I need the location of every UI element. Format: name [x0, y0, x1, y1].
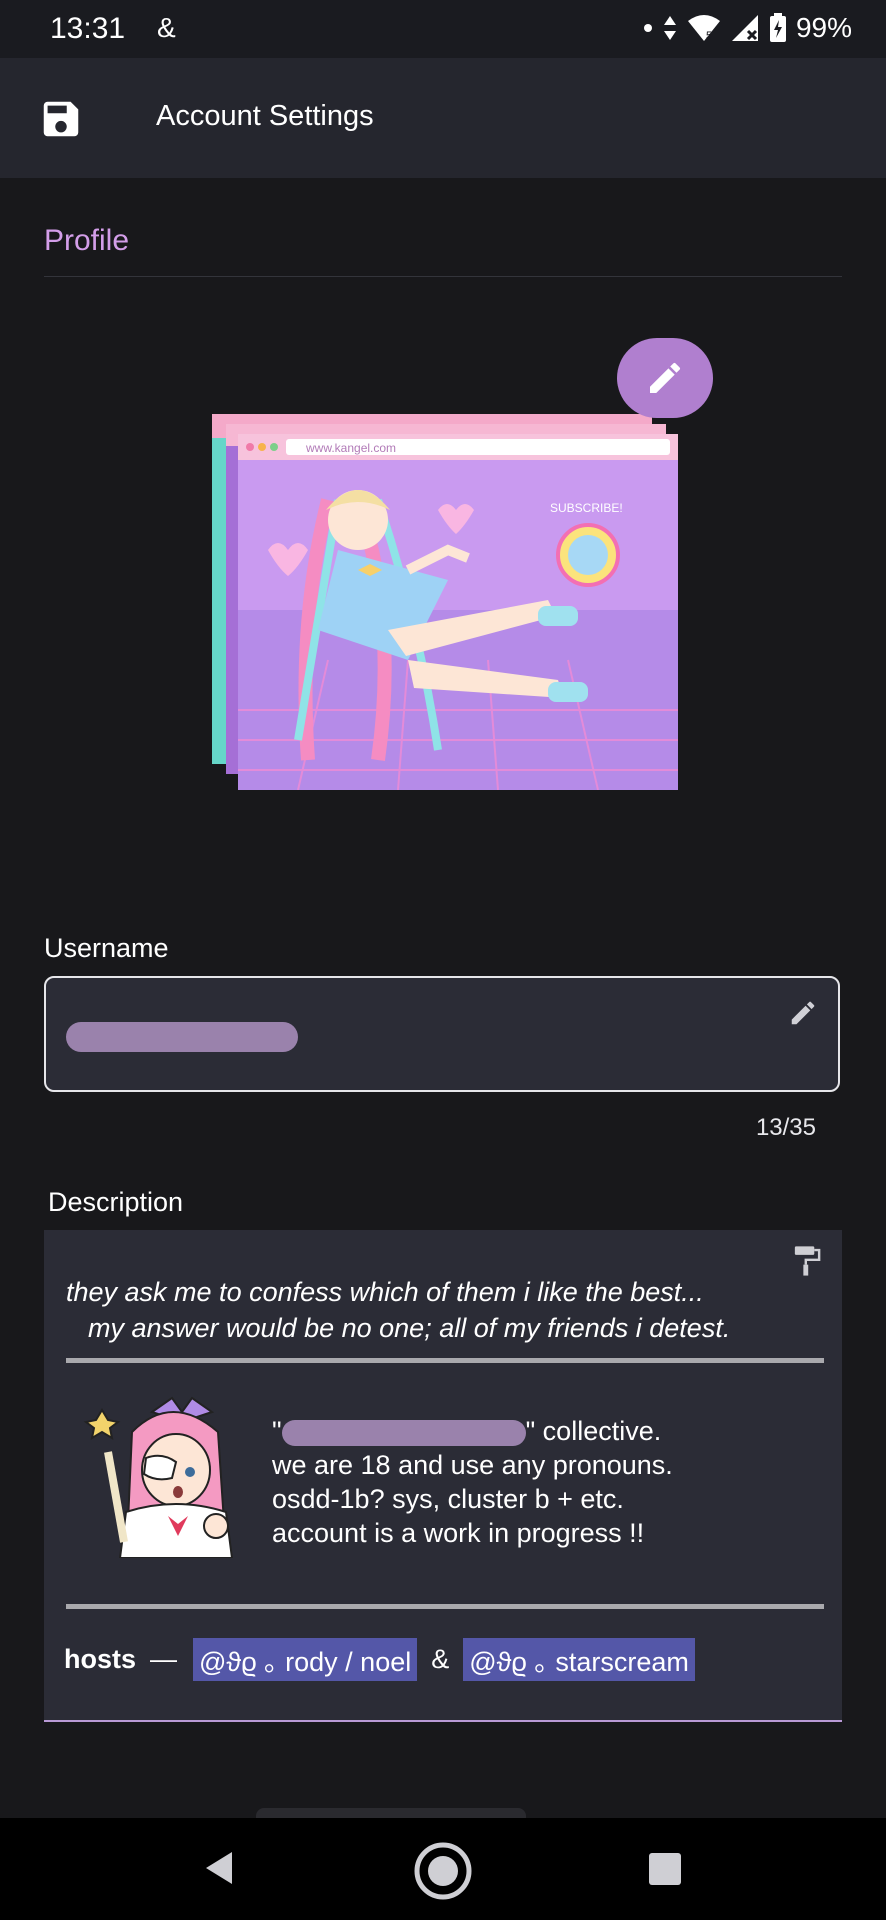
hosts-label: hosts	[64, 1644, 137, 1674]
hosts-line: hosts — @ϑϱ ｡ rody / noel & @ϑϱ ｡ starsc…	[64, 1638, 703, 1681]
avatar-subscribe-text: SUBSCRIBE!	[550, 501, 623, 515]
description-quote: they ask me to confess which of them i l…	[66, 1274, 826, 1346]
signal-icon	[731, 15, 758, 41]
bio-line-4: account is a work in progress !!	[272, 1518, 645, 1548]
quote-line-2: my answer would be no one; all of my fri…	[88, 1313, 731, 1343]
description-rule	[66, 1358, 824, 1363]
username-char-counter: 13/35	[755, 1114, 816, 1141]
status-bar: 13:31 & 5 99%	[0, 0, 886, 58]
back-icon[interactable]	[202, 1848, 234, 1888]
data-arrows-icon	[663, 16, 676, 40]
status-icons: 5 99%	[642, 12, 852, 44]
host-mention-2[interactable]: @ϑϱ ｡ starscream	[463, 1638, 695, 1681]
pencil-icon	[650, 362, 681, 393]
bio-line-1: " " collective.	[272, 1416, 662, 1446]
dot-icon	[643, 24, 652, 32]
section-title-profile: Profile	[44, 224, 130, 257]
username-label: Username	[44, 933, 169, 963]
status-time: 13:31	[50, 12, 126, 45]
avatar-url-text: www.kangel.com	[305, 441, 396, 455]
description-rule	[66, 1604, 824, 1609]
description-input[interactable]: they ask me to confess which of them i l…	[44, 1230, 842, 1722]
bio-line-3: osdd-1b? sys, cluster b + etc.	[272, 1484, 624, 1514]
battery-percent: 99%	[795, 12, 852, 43]
home-icon[interactable]	[412, 1840, 474, 1902]
quote-line-1: they ask me to confess which of them i l…	[66, 1277, 704, 1307]
battery-charging-icon	[769, 13, 786, 42]
username-input[interactable]	[44, 976, 840, 1092]
wifi-badge: 5	[706, 30, 712, 42]
username-redacted-value	[66, 1022, 298, 1052]
host-mention-1[interactable]: @ϑϱ ｡ rody / noel	[193, 1638, 418, 1681]
hosts-dash: —	[150, 1644, 178, 1674]
description-bio: " " collective. we are 18 and use any pro…	[272, 1414, 673, 1550]
pencil-icon[interactable]	[788, 998, 818, 1028]
collective-name-redacted	[281, 1419, 526, 1446]
bio-line-2: we are 18 and use any pronouns.	[272, 1450, 673, 1480]
description-label: Description	[48, 1187, 184, 1217]
recents-icon[interactable]	[648, 1852, 682, 1886]
navigation-bar	[0, 1818, 886, 1920]
character-sticker	[83, 1396, 234, 1558]
app-bar: Account Settings	[0, 58, 886, 178]
hosts-amp: &	[431, 1644, 450, 1674]
section-divider	[44, 276, 842, 277]
profile-avatar[interactable]: www.kangel.com SUBSCRIBE!	[208, 410, 678, 790]
notification-icon: &	[157, 12, 176, 43]
page-title: Account Settings	[156, 100, 374, 132]
wifi-icon: 5	[687, 15, 720, 42]
paint-roller-icon[interactable]	[792, 1244, 822, 1278]
edit-avatar-button[interactable]	[617, 338, 713, 418]
save-icon[interactable]	[38, 96, 84, 142]
